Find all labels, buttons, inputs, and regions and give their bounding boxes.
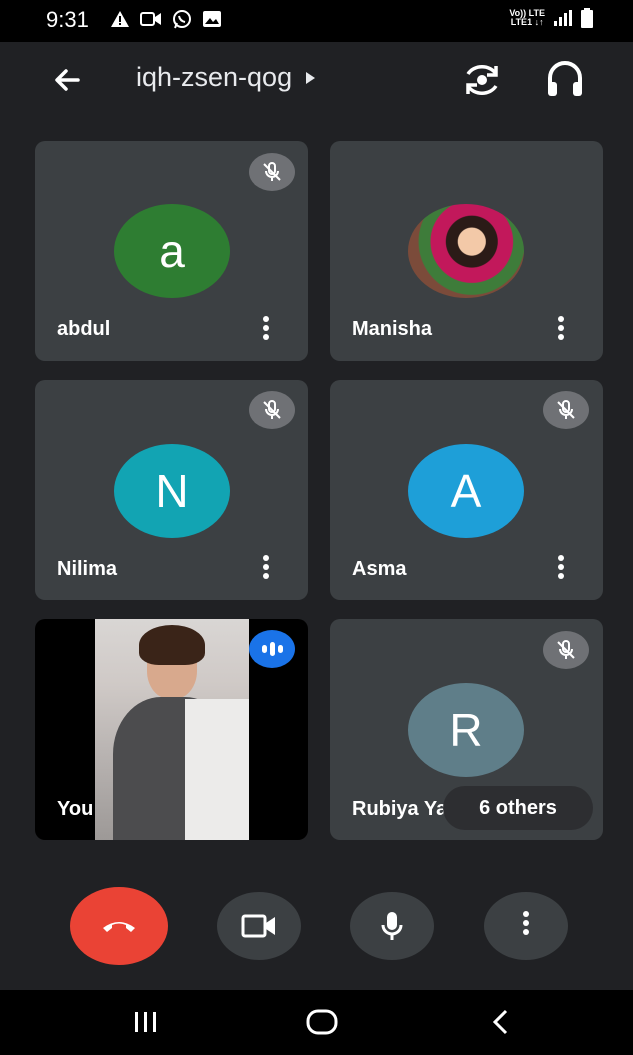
back-chevron-icon [492,1009,508,1035]
video-notification-icon [140,12,161,26]
participant-tile-manisha[interactable]: Manisha [330,141,603,361]
speaking-indicator-icon [249,630,295,668]
avatar-initial: A [450,465,482,517]
muted-mic-icon [249,153,295,191]
avatar-initial: R [449,704,483,756]
network-bottom-label: LTE1 ↓↑ [510,17,544,27]
status-bar: 9:31 Vo)) LTE LTE1 ↓↑ [0,0,633,42]
microphone-button[interactable] [350,892,434,960]
home-button[interactable] [292,1002,352,1042]
muted-mic-icon [543,391,589,429]
participant-name: Nilima [57,558,118,580]
more-options-icon[interactable] [551,313,571,349]
android-nav-bar [0,990,633,1055]
camera-button[interactable] [217,892,301,960]
signal-icon [554,10,572,26]
recent-apps-icon [135,1012,156,1032]
more-options-icon[interactable] [256,313,276,349]
self-video-shawl [185,699,249,840]
status-time: 9:31 [46,7,89,32]
home-icon [306,1009,338,1035]
switch-camera-icon[interactable] [460,58,504,102]
avatar-photo-manisha [408,204,524,298]
participant-tile-nilima[interactable]: N Nilima [35,380,308,600]
microphone-icon [381,912,403,940]
more-options-icon[interactable] [551,552,571,588]
camera-icon [241,914,275,938]
notification-icons [110,9,222,29]
avatar-asma: A [408,444,524,538]
more-options-icon[interactable] [256,552,276,588]
phone-hangup-icon [103,922,135,932]
participant-name: abdul [57,318,111,340]
expand-arrow-icon [306,71,316,84]
muted-mic-icon [249,391,295,429]
back-arrow-icon[interactable] [48,60,88,100]
more-options-button[interactable] [484,892,568,960]
gallery-icon [203,11,221,27]
avatar-nilima: N [114,444,230,538]
avatar-initial: N [155,465,189,517]
warning-icon [111,11,129,27]
self-video-hair [139,625,205,665]
participant-tile-abdul[interactable]: a abdul [35,141,308,361]
headphones-icon[interactable] [545,58,585,102]
participant-name: Manisha [352,318,433,340]
participant-name: Asma [352,558,407,580]
whatsapp-icon [173,10,191,29]
self-video-feed [95,619,249,840]
others-count-button[interactable]: 6 others [443,786,593,830]
end-call-button[interactable] [70,887,168,965]
avatar-initial: a [159,225,185,277]
avatar-abdul: a [114,204,230,298]
participant-tile-asma[interactable]: A Asma [330,380,603,600]
self-video-tile[interactable]: You [35,619,308,840]
participant-name: You [57,798,94,820]
network-label: Vo)) LTE LTE1 ↓↑ [509,9,545,27]
more-options-icon [516,908,536,944]
avatar-rubiya: R [408,683,524,777]
meeting-title[interactable]: iqh-zsen-qog [136,62,316,93]
muted-mic-icon [543,631,589,669]
meeting-code: iqh-zsen-qog [136,62,293,92]
recent-apps-button[interactable] [116,1002,176,1042]
system-status: Vo)) LTE LTE1 ↓↑ [509,8,593,28]
battery-icon [581,8,593,28]
meeting-top-bar: iqh-zsen-qog [0,42,633,122]
back-button[interactable] [470,1002,530,1042]
